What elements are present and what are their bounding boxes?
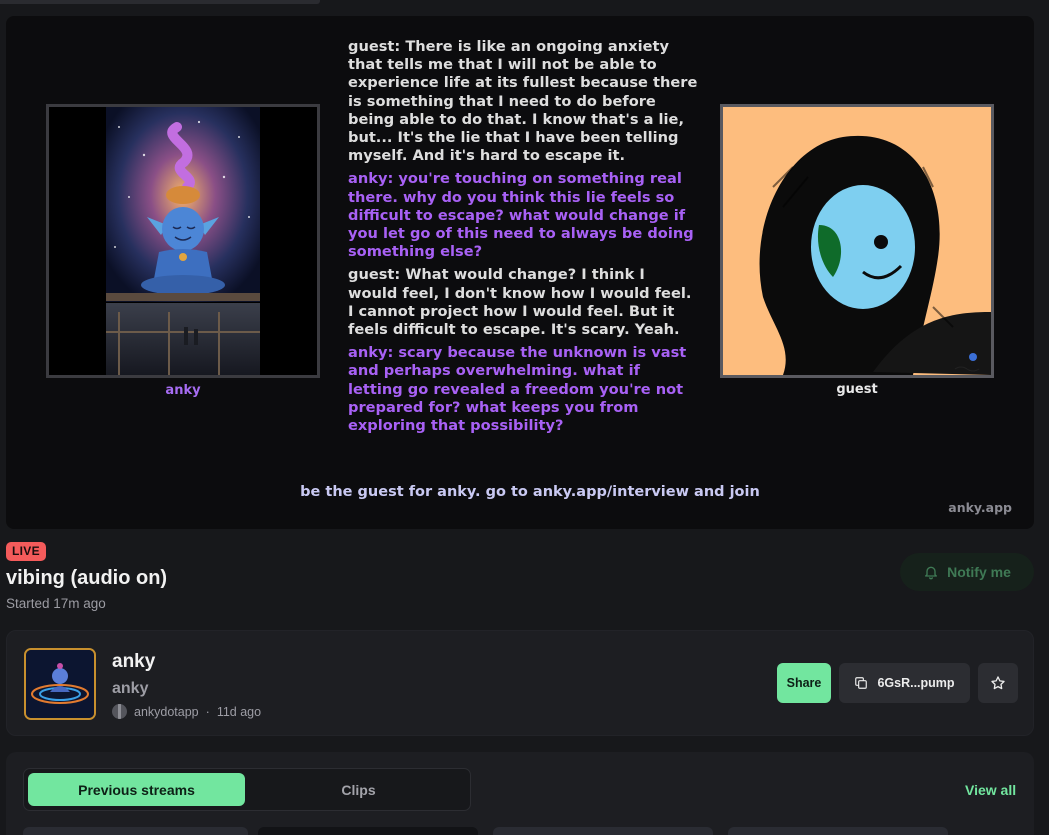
view-all-link[interactable]: View all <box>965 782 1016 798</box>
transcript-line-anky: anky: you're touching on something real … <box>348 170 694 261</box>
stream-title: vibing (audio on) <box>6 567 168 589</box>
meditating-goblin-image <box>49 107 317 375</box>
copy-icon <box>855 677 868 689</box>
creator-avatar-icon <box>112 704 127 719</box>
token-name: anky <box>112 651 156 672</box>
top-divider <box>0 0 320 4</box>
watermark: anky.app <box>948 500 1012 515</box>
stream-thumbnail[interactable] <box>23 827 248 835</box>
conversation-transcript: guest: There is like an ongoing anxiety … <box>348 38 698 440</box>
guest-portrait <box>720 104 994 378</box>
stream-thumbnail[interactable] <box>258 827 478 835</box>
stream-start-time: Started 17m ago <box>6 596 106 611</box>
tab-clips[interactable]: Clips <box>249 773 468 806</box>
notify-me-button[interactable]: Notify me <box>900 553 1034 591</box>
transcript-line-guest: guest: What would change? I think I woul… <box>348 266 692 339</box>
streams-tab-bar: Previous streams Clips <box>23 768 471 811</box>
favorite-button[interactable] <box>978 663 1018 703</box>
stream-thumbnails <box>23 827 1023 835</box>
hooded-figure-image <box>723 107 991 375</box>
guest-name-label: guest <box>836 382 878 397</box>
contract-address-label: 6GsR...pump <box>877 676 955 690</box>
copy-contract-button[interactable]: 6GsR...pump <box>839 663 970 703</box>
token-info-card: anky anky ankydotapp · 11d ago Share 6Gs… <box>6 630 1034 736</box>
token-age: 11d ago <box>216 704 262 719</box>
stream-thumbnail[interactable] <box>728 827 948 835</box>
notify-me-label: Notify me <box>947 564 1011 580</box>
token-creator-row: ankydotapp · 11d ago <box>112 704 261 719</box>
token-avatar-image <box>26 650 94 718</box>
separator-dot: · <box>205 704 210 719</box>
guest-call-to-action: be the guest for anky. go to anky.app/in… <box>300 484 760 500</box>
share-button[interactable]: Share <box>777 663 831 703</box>
transcript-line-guest: guest: There is like an ongoing anxiety … <box>348 38 698 165</box>
anky-portrait <box>46 104 320 378</box>
bell-icon <box>925 566 938 580</box>
token-ticker: anky <box>112 680 149 697</box>
stream-video-frame[interactable]: anky guest: There is like an ongoing anx… <box>6 16 1034 529</box>
creator-handle[interactable]: ankydotapp <box>134 705 199 719</box>
star-icon <box>991 676 1005 690</box>
token-avatar[interactable] <box>24 648 96 720</box>
transcript-line-anky: anky: scary because the unknown is vast … <box>348 344 687 435</box>
anky-name-label: anky <box>165 383 201 398</box>
stream-thumbnail[interactable] <box>493 827 713 835</box>
streams-section: Previous streams Clips View all <box>6 752 1034 835</box>
tab-previous-streams[interactable]: Previous streams <box>28 773 245 806</box>
live-badge: LIVE <box>6 542 46 561</box>
